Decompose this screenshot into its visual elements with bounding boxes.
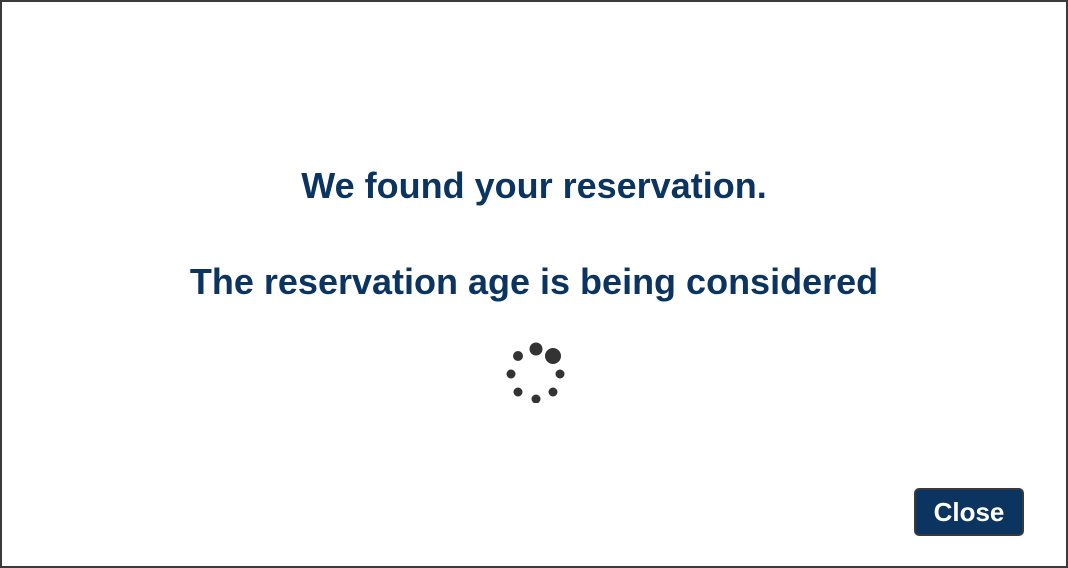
reservation-status-message: The reservation age is being considered <box>189 261 879 302</box>
loading-spinner-icon <box>506 342 565 403</box>
reservation-dialog: We found your reservation. The reservati… <box>0 0 1068 568</box>
close-button[interactable]: Close <box>914 488 1024 536</box>
reservation-found-message: We found your reservation. <box>301 165 767 206</box>
